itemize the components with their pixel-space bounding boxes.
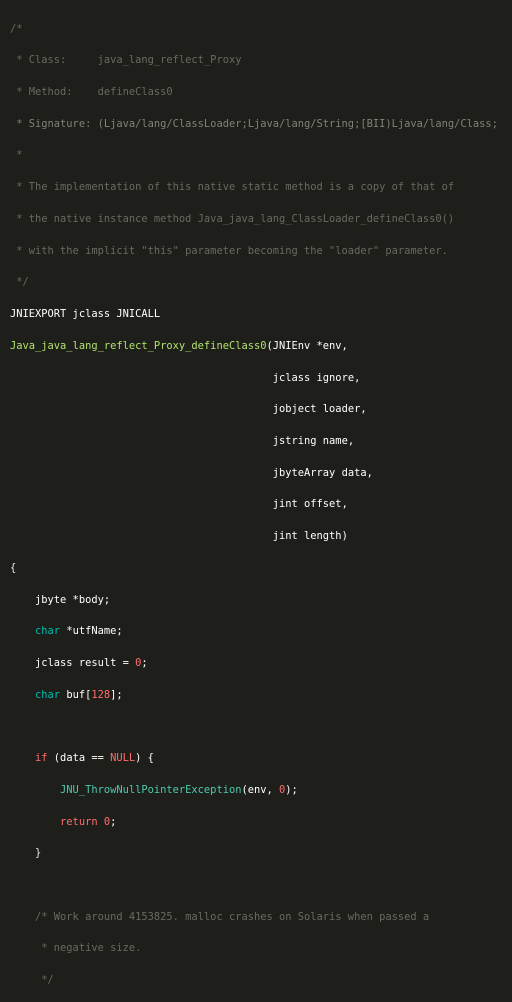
comment-line: * xyxy=(10,148,502,164)
var-decl: jbyte *body; xyxy=(10,593,502,609)
param-line: jint length) xyxy=(10,529,502,545)
brace-open: { xyxy=(10,561,502,577)
comment-line: * the native instance method Java_java_l… xyxy=(10,212,502,228)
comment-line: * Class: java_lang_reflect_Proxy xyxy=(10,53,502,69)
comment-line: * The implementation of this native stat… xyxy=(10,180,502,196)
var-rest: *utfName; xyxy=(60,625,123,637)
decl-line: JNIEXPORT jclass JNICALL xyxy=(10,307,502,323)
param: jclass ignore, xyxy=(273,372,361,384)
semi: ; xyxy=(110,816,116,828)
kw-if: if xyxy=(35,752,48,764)
comment-line: * Method: defineClass0 xyxy=(10,85,502,101)
comment-line: */ xyxy=(10,973,502,989)
comment-line: * negative size. xyxy=(10,941,502,957)
blank-line xyxy=(10,719,502,735)
semi: ; xyxy=(141,657,147,669)
param: jstring name, xyxy=(273,435,354,447)
return-line: return 0; xyxy=(10,815,502,831)
param: jobject loader, xyxy=(273,403,367,415)
call-line: JNU_ThrowNullPointerException(env, 0); xyxy=(10,783,502,799)
var-post: ]; xyxy=(110,689,123,701)
comment-line: */ xyxy=(10,275,502,291)
comment-line: /* xyxy=(10,22,502,38)
args-open: (env, xyxy=(241,784,279,796)
var-mid: buf[ xyxy=(60,689,91,701)
type-kw: char xyxy=(35,689,60,701)
decl-func-line: Java_java_lang_reflect_Proxy_defineClass… xyxy=(10,339,502,355)
var-decl: char buf[128]; xyxy=(10,688,502,704)
null-lit: NULL xyxy=(110,752,135,764)
kw-return: return xyxy=(60,816,98,828)
brace-close: } xyxy=(10,846,502,862)
param-line: jbyteArray data, xyxy=(10,466,502,482)
param-line: jint offset, xyxy=(10,497,502,513)
if-cond: (data == xyxy=(48,752,111,764)
if-close: ) { xyxy=(135,752,154,764)
comment-line: /* Work around 4153825. malloc crashes o… xyxy=(10,910,502,926)
param: jint length) xyxy=(273,530,348,542)
var-decl: jclass result = 0; xyxy=(10,656,502,672)
param: jbyteArray data, xyxy=(273,467,373,479)
comment-line: * with the implicit "this" parameter bec… xyxy=(10,244,502,260)
var-pre: jclass result = xyxy=(10,657,135,669)
decl-prefix: JNIEXPORT jclass JNICALL xyxy=(10,308,160,320)
func-name: Java_java_lang_reflect_Proxy_defineClass… xyxy=(10,340,266,352)
type-kw: char xyxy=(35,625,60,637)
blank-line xyxy=(10,878,502,894)
fn-call: JNU_ThrowNullPointerException xyxy=(60,784,241,796)
var-decl: char *utfName; xyxy=(10,624,502,640)
comment-line: * Signature: (Ljava/lang/ClassLoader;Lja… xyxy=(10,117,502,133)
code-block: /* * Class: java_lang_reflect_Proxy * Me… xyxy=(10,6,502,1002)
args-close: ); xyxy=(285,784,298,796)
if-line: if (data == NULL) { xyxy=(10,751,502,767)
param: jint offset, xyxy=(273,498,348,510)
param-line: jobject loader, xyxy=(10,402,502,418)
param-line: jstring name, xyxy=(10,434,502,450)
param-line: jclass ignore, xyxy=(10,371,502,387)
decl-after: (JNIEnv *env, xyxy=(266,340,347,352)
num-lit: 128 xyxy=(91,689,110,701)
